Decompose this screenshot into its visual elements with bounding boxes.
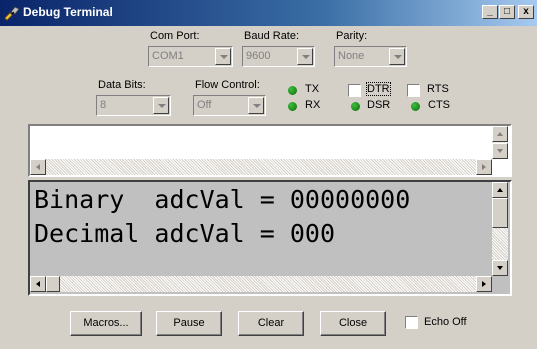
maximize-button[interactable]: □ xyxy=(499,5,515,19)
minimize-button[interactable]: _ xyxy=(482,5,498,19)
debug-terminal-window: Debug Terminal _ □ x Com Port: COM1 Baud… xyxy=(0,0,537,349)
scroll-thumb[interactable] xyxy=(492,198,508,228)
chevron-down-icon[interactable] xyxy=(389,48,405,65)
rx-led-icon xyxy=(288,102,297,111)
parity-select[interactable]: None xyxy=(334,46,407,67)
data-bits-value: 8 xyxy=(100,99,107,111)
title-bar[interactable]: Debug Terminal _ □ x xyxy=(0,0,537,26)
transmit-hscroll-track[interactable] xyxy=(30,159,492,175)
chevron-down-icon[interactable] xyxy=(248,97,264,114)
cts-led-icon xyxy=(411,102,420,111)
dsr-led-icon xyxy=(351,102,360,111)
dtr-label[interactable]: DTR xyxy=(366,82,391,96)
cts-label: CTS xyxy=(428,99,450,111)
parity-value: None xyxy=(338,50,365,62)
parity-label: Parity: xyxy=(336,30,368,42)
rts-label[interactable]: RTS xyxy=(427,83,449,95)
dtr-checkbox[interactable] xyxy=(348,84,361,97)
scroll-right-icon[interactable] xyxy=(476,276,492,292)
com-port-value: COM1 xyxy=(152,50,184,62)
scroll-down-icon[interactable] xyxy=(492,143,508,159)
receive-pane[interactable]: Binary adcVal = 00000000 Decimal adcVal … xyxy=(28,180,512,296)
scroll-left-icon[interactable] xyxy=(30,276,46,292)
receive-line: Binary adcVal = 00000000 xyxy=(34,185,411,214)
dsr-label: DSR xyxy=(367,99,391,111)
macros-button[interactable]: Macros... xyxy=(70,311,142,336)
baud-rate-select[interactable]: 9600 xyxy=(242,46,315,67)
scroll-right-icon[interactable] xyxy=(476,159,492,175)
clear-button[interactable]: Clear xyxy=(238,311,304,336)
data-bits-label: Data Bits: xyxy=(98,79,146,91)
close-window-button[interactable]: Close xyxy=(320,311,386,336)
close-button[interactable]: x xyxy=(518,5,534,19)
scroll-thumb[interactable] xyxy=(46,276,60,292)
tx-led-icon xyxy=(288,86,297,95)
tx-label: TX xyxy=(305,83,320,95)
flow-control-select[interactable]: Off xyxy=(193,95,266,116)
transmit-pane[interactable] xyxy=(28,124,512,177)
chevron-down-icon[interactable] xyxy=(297,48,313,65)
echo-off-checkbox[interactable] xyxy=(405,316,418,329)
flow-control-label: Flow Control: xyxy=(195,79,260,91)
rx-label: RX xyxy=(305,99,321,111)
data-bits-select[interactable]: 8 xyxy=(96,95,171,116)
app-icon xyxy=(4,6,20,21)
scroll-up-icon[interactable] xyxy=(492,182,508,198)
chevron-down-icon[interactable] xyxy=(153,97,169,114)
rts-checkbox[interactable] xyxy=(407,84,420,97)
receive-hscroll-track[interactable] xyxy=(30,276,492,292)
com-port-select[interactable]: COM1 xyxy=(148,46,233,67)
scroll-up-icon[interactable] xyxy=(492,126,508,142)
com-port-label: Com Port: xyxy=(150,30,200,42)
baud-rate-value: 9600 xyxy=(246,50,271,62)
baud-rate-label: Baud Rate: xyxy=(244,30,300,42)
flow-control-value: Off xyxy=(197,99,212,111)
receive-line: Decimal adcVal = 000 xyxy=(34,219,336,248)
scroll-down-icon[interactable] xyxy=(492,260,508,276)
chevron-down-icon[interactable] xyxy=(215,48,231,65)
window-title: Debug Terminal xyxy=(23,5,113,19)
pause-button[interactable]: Pause xyxy=(156,311,222,336)
echo-off-label[interactable]: Echo Off xyxy=(424,316,467,328)
scroll-left-icon[interactable] xyxy=(30,159,46,175)
